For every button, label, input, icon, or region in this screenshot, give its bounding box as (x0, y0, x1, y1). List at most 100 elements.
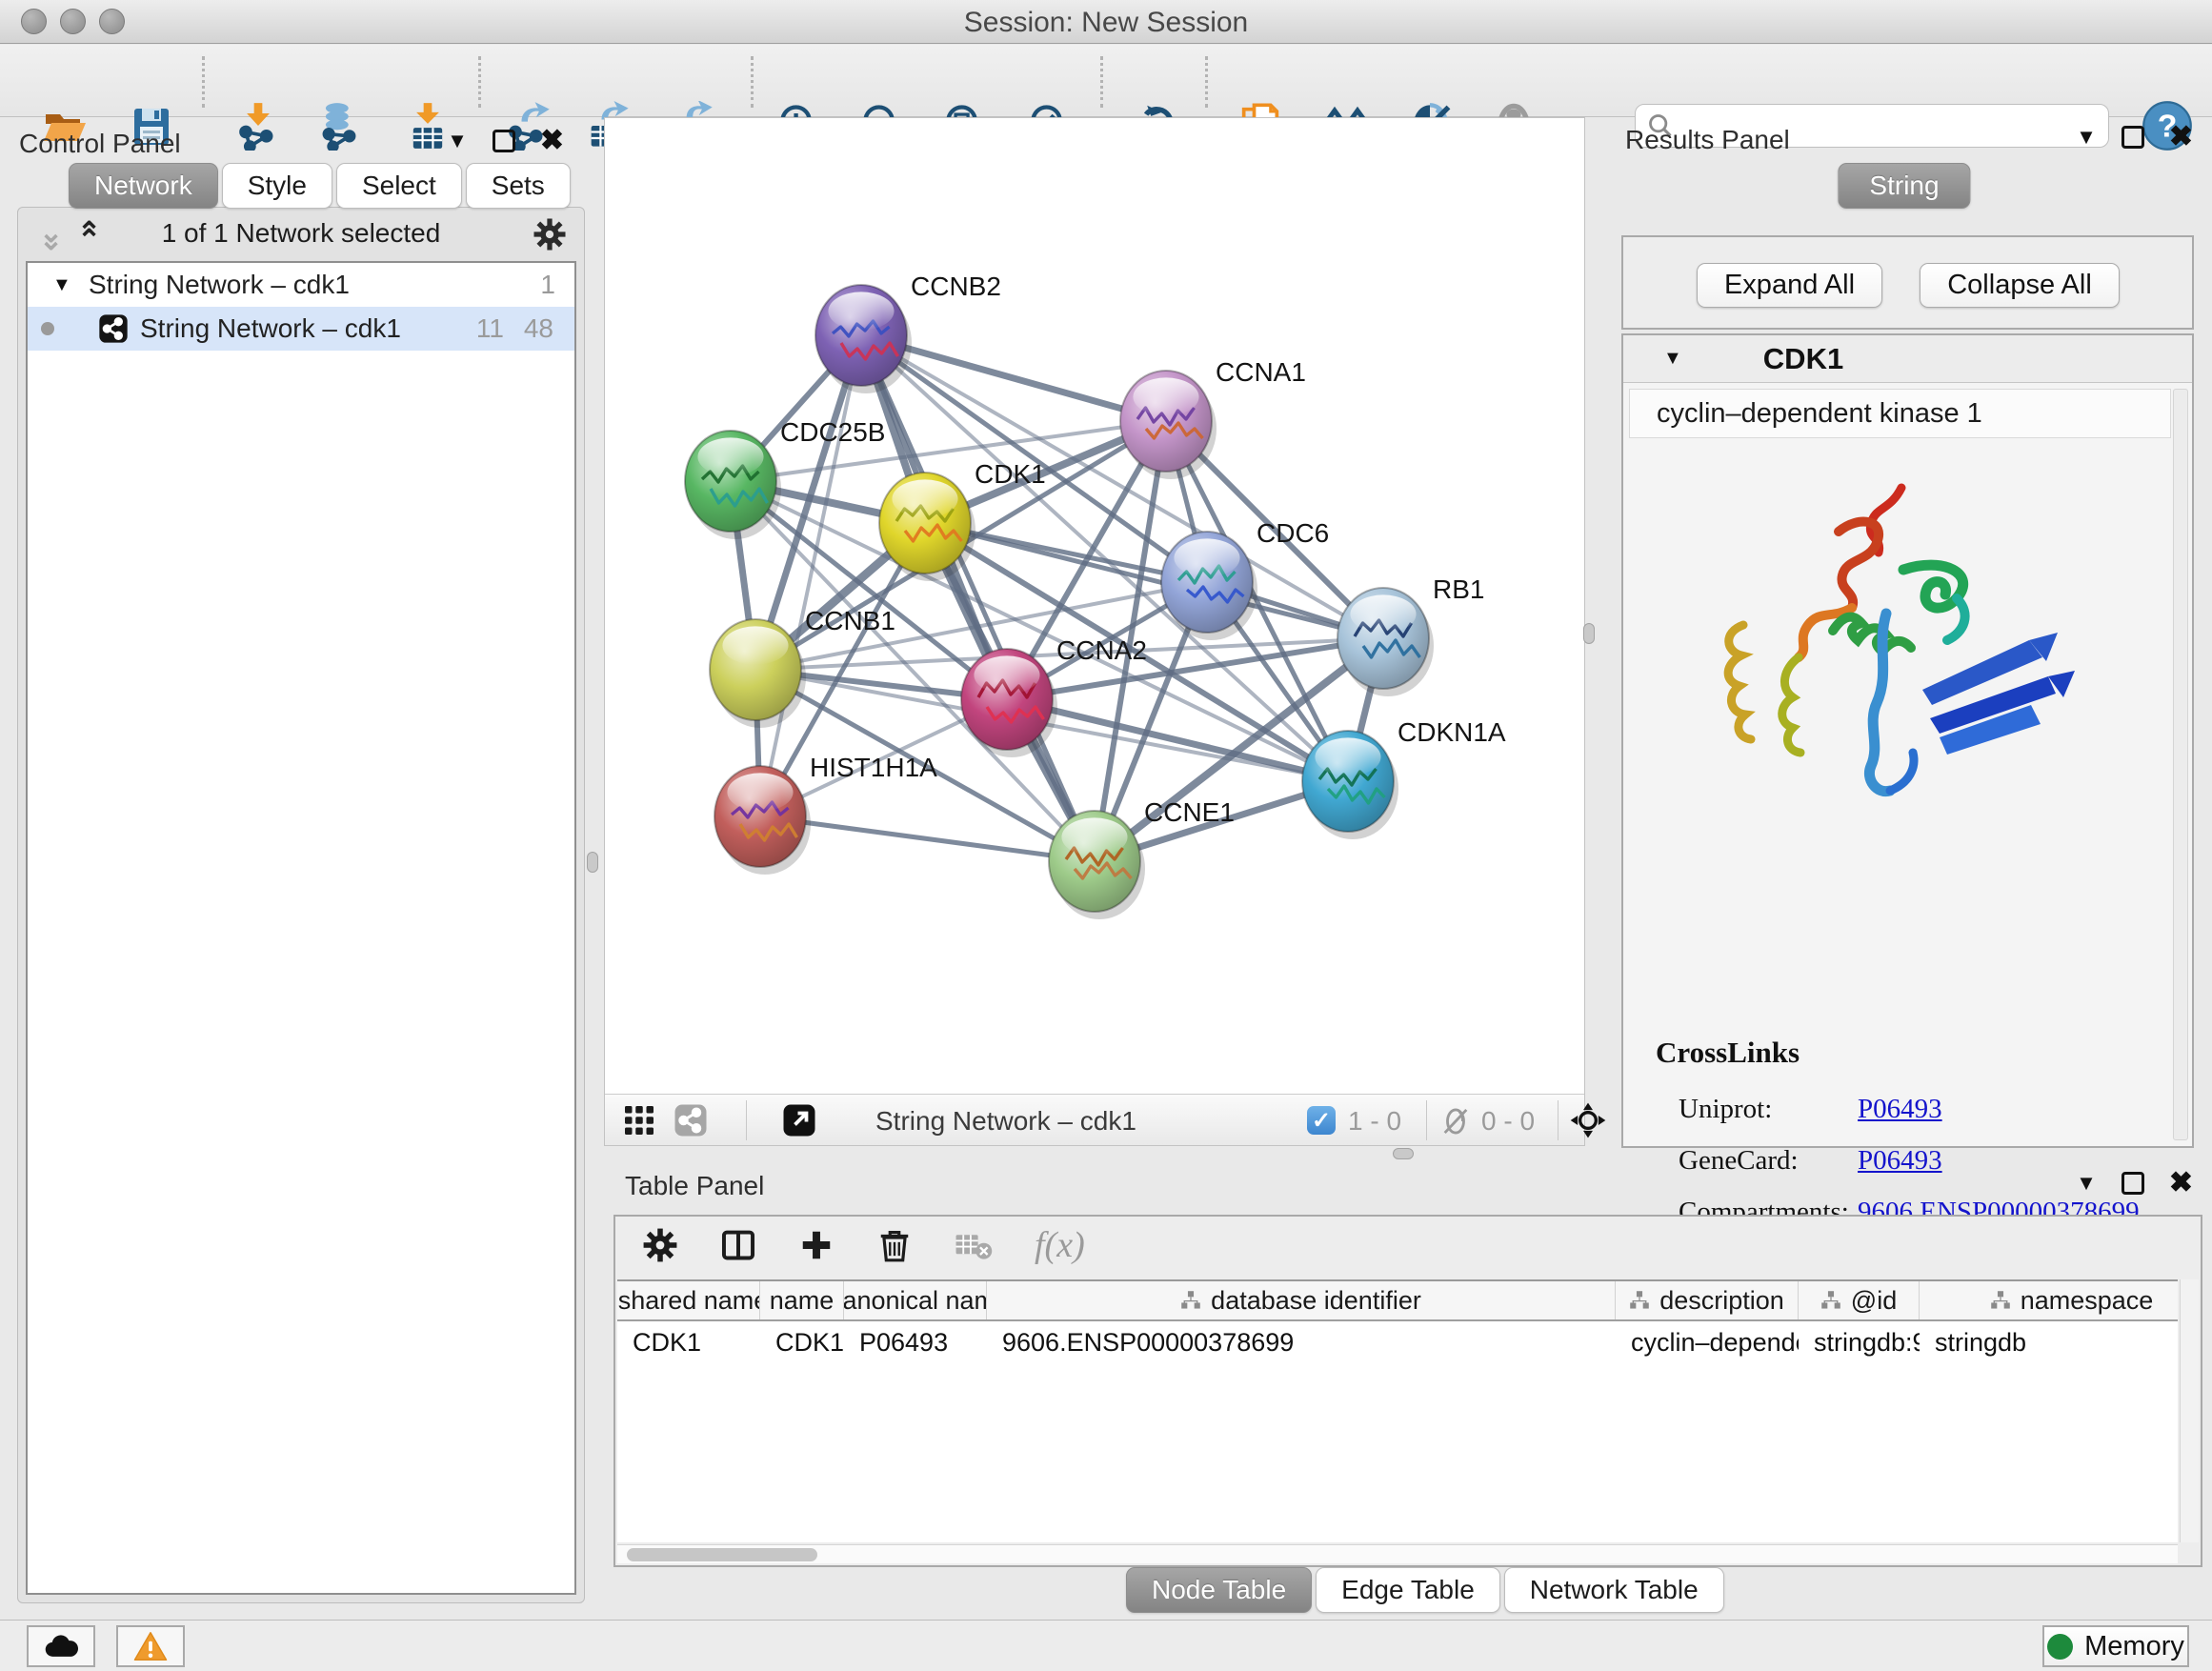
network-selection-status: 1 of 1 Network selected (18, 218, 584, 249)
control-panel-tabs: Network Style Select Sets (65, 163, 571, 209)
tab-string[interactable]: String (1834, 163, 1970, 209)
left-divider-handle[interactable] (587, 852, 598, 873)
memory-button[interactable]: Memory (2042, 1625, 2189, 1667)
table-panel-header-icons: ▼ ✖ (2076, 1171, 2193, 1196)
right-divider-handle[interactable] (1583, 623, 1595, 644)
table-cell[interactable]: 9606.ENSP00000378699 (987, 1321, 1616, 1363)
results-scrollbar[interactable] (2173, 389, 2188, 1140)
collection-expand-icon[interactable]: ▼ (52, 274, 71, 296)
column-header-canonical-name[interactable]: canonical name (844, 1281, 987, 1319)
network-node-ccne1[interactable] (1049, 811, 1145, 919)
column-network-icon (1820, 1290, 1841, 1311)
tab-sets[interactable]: Sets (466, 163, 571, 209)
table-cell[interactable]: CDK1 (760, 1321, 844, 1363)
column-network-icon (1990, 1290, 2011, 1311)
node-label: CCNA2 (1056, 635, 1147, 665)
tab-select[interactable]: Select (336, 163, 462, 209)
table-panel-title: Table Panel (625, 1171, 764, 1201)
table-cell[interactable]: stringdb:9... (1799, 1321, 1920, 1363)
panel-menu-icon[interactable]: ▼ (2076, 1171, 2097, 1196)
function-builder-icon[interactable]: f(x) (1035, 1224, 1085, 1266)
entry-collapse-icon[interactable]: ▼ (1663, 348, 1682, 370)
network-node-ccna2[interactable] (961, 649, 1057, 757)
table-row[interactable]: CDK1CDK1P064939606.ENSP00000378699cyclin… (617, 1321, 2178, 1363)
node-label: HIST1H1A (810, 753, 937, 782)
network-view-title: String Network – cdk1 (875, 1106, 1136, 1137)
tab-network[interactable]: Network (69, 163, 218, 209)
window-title: Session: New Session (0, 7, 2212, 39)
show-columns-icon[interactable] (720, 1227, 756, 1263)
table-cell[interactable]: CDK1 (617, 1321, 760, 1363)
gene-entry-header[interactable]: ▼ CDK1 (1623, 335, 2192, 383)
panel-float-icon[interactable] (2122, 1172, 2144, 1195)
open-view-icon[interactable] (782, 1103, 816, 1137)
network-collection-row[interactable]: ▼ String Network – cdk1 1 (28, 263, 574, 307)
cloud-icon (42, 1632, 80, 1661)
column-header-name[interactable]: name (760, 1281, 844, 1319)
panel-float-icon[interactable] (2122, 126, 2144, 149)
network-row[interactable]: String Network – cdk1 11 48 (28, 307, 574, 351)
table-horizontal-scrollbar[interactable] (617, 1544, 2178, 1563)
collapse-all-button[interactable]: Collapse All (1920, 263, 2120, 308)
node-label: CCNE1 (1144, 797, 1235, 827)
panel-menu-icon[interactable]: ▼ (2076, 125, 2097, 150)
grid-view-icon[interactable] (622, 1103, 656, 1137)
crosslink-link[interactable]: P06493 (1858, 1094, 1942, 1125)
tab-edge-table[interactable]: Edge Table (1316, 1567, 1500, 1613)
table-cell[interactable]: P06493 (844, 1321, 987, 1363)
delete-table-icon[interactable] (955, 1229, 993, 1261)
tab-style[interactable]: Style (222, 163, 332, 209)
network-node-hist1h1a[interactable] (714, 766, 811, 875)
network-node-ccna1[interactable] (1120, 371, 1217, 479)
delete-column-icon[interactable] (876, 1227, 913, 1263)
table-container: f(x) shared namenamecanonical namedataba… (613, 1215, 2202, 1567)
column-header-namespace[interactable]: namespace (1920, 1281, 2178, 1319)
network-node-cdkn1a[interactable] (1302, 731, 1398, 839)
column-header--id[interactable]: @id (1799, 1281, 1920, 1319)
column-header-database-identifier[interactable]: database identifier (987, 1281, 1616, 1319)
scrollbar-thumb[interactable] (627, 1548, 817, 1561)
network-share-icon[interactable] (674, 1103, 708, 1137)
gene-description: cyclin–dependent kinase 1 (1629, 389, 2171, 438)
results-entry-box: ▼ CDK1 cyclin–dependent kinase 1 (1621, 333, 2194, 1148)
toolbar-separator (202, 56, 205, 108)
network-canvas[interactable]: CCNB2CCNA1CDC25BCDK1CDC6RB1CCNB1CCNA2CDK… (605, 118, 1584, 1094)
network-options-gear-icon[interactable] (533, 217, 567, 252)
selected-nodes-checkbox[interactable]: ✓ (1307, 1106, 1336, 1135)
table-cell[interactable]: cyclin–dependent ... (1616, 1321, 1799, 1363)
warning-status-button[interactable] (116, 1625, 185, 1667)
cloud-status-button[interactable] (27, 1625, 95, 1667)
network-node-count: 11 (476, 313, 504, 344)
results-actions-box: Expand All Collapse All (1621, 235, 2194, 330)
protein-structure-image (1680, 469, 2081, 831)
control-panel-title: Control Panel (19, 129, 181, 159)
toolbar-separator (478, 56, 481, 108)
add-column-icon[interactable] (798, 1227, 835, 1263)
toolbar-separator (751, 56, 754, 108)
network-list: ▼ String Network – cdk1 1 String Network… (26, 261, 576, 1595)
node-label: CDC25B (780, 417, 885, 447)
table-settings-gear-icon[interactable] (642, 1227, 678, 1263)
network-node-rb1[interactable] (1337, 588, 1434, 696)
node-label: RB1 (1433, 574, 1484, 604)
network-node-cdc25b[interactable] (685, 431, 781, 539)
panel-menu-icon[interactable]: ▼ (447, 129, 468, 153)
column-header-description[interactable]: description (1616, 1281, 1799, 1319)
network-node-ccnb2[interactable] (815, 285, 912, 393)
panel-float-icon[interactable] (493, 130, 515, 152)
panel-close-icon[interactable]: ✖ (2169, 126, 2193, 149)
panel-close-icon[interactable]: ✖ (540, 130, 564, 152)
network-view-panel: CCNB2CCNA1CDC25BCDK1CDC6RB1CCNB1CCNA2CDK… (604, 117, 1585, 1146)
expand-all-button[interactable]: Expand All (1697, 263, 1882, 308)
network-node-cdk1[interactable] (879, 473, 975, 581)
table-cell[interactable]: stringdb (1920, 1321, 2178, 1363)
memory-label: Memory (2084, 1631, 2184, 1662)
table-tabs: Node Table Edge Table Network Table (1122, 1567, 1724, 1613)
column-header-shared-name[interactable]: shared name (617, 1281, 760, 1319)
panel-close-icon[interactable]: ✖ (2169, 1172, 2193, 1195)
tab-network-table[interactable]: Network Table (1504, 1567, 1724, 1613)
tab-node-table[interactable]: Node Table (1126, 1567, 1312, 1613)
horizontal-divider-handle[interactable] (1393, 1148, 1414, 1159)
network-selection-row: ⌄⌄ ⌃⌃ 1 of 1 Network selected (18, 208, 584, 259)
table-vertical-scrollbar[interactable] (2180, 1279, 2199, 1542)
